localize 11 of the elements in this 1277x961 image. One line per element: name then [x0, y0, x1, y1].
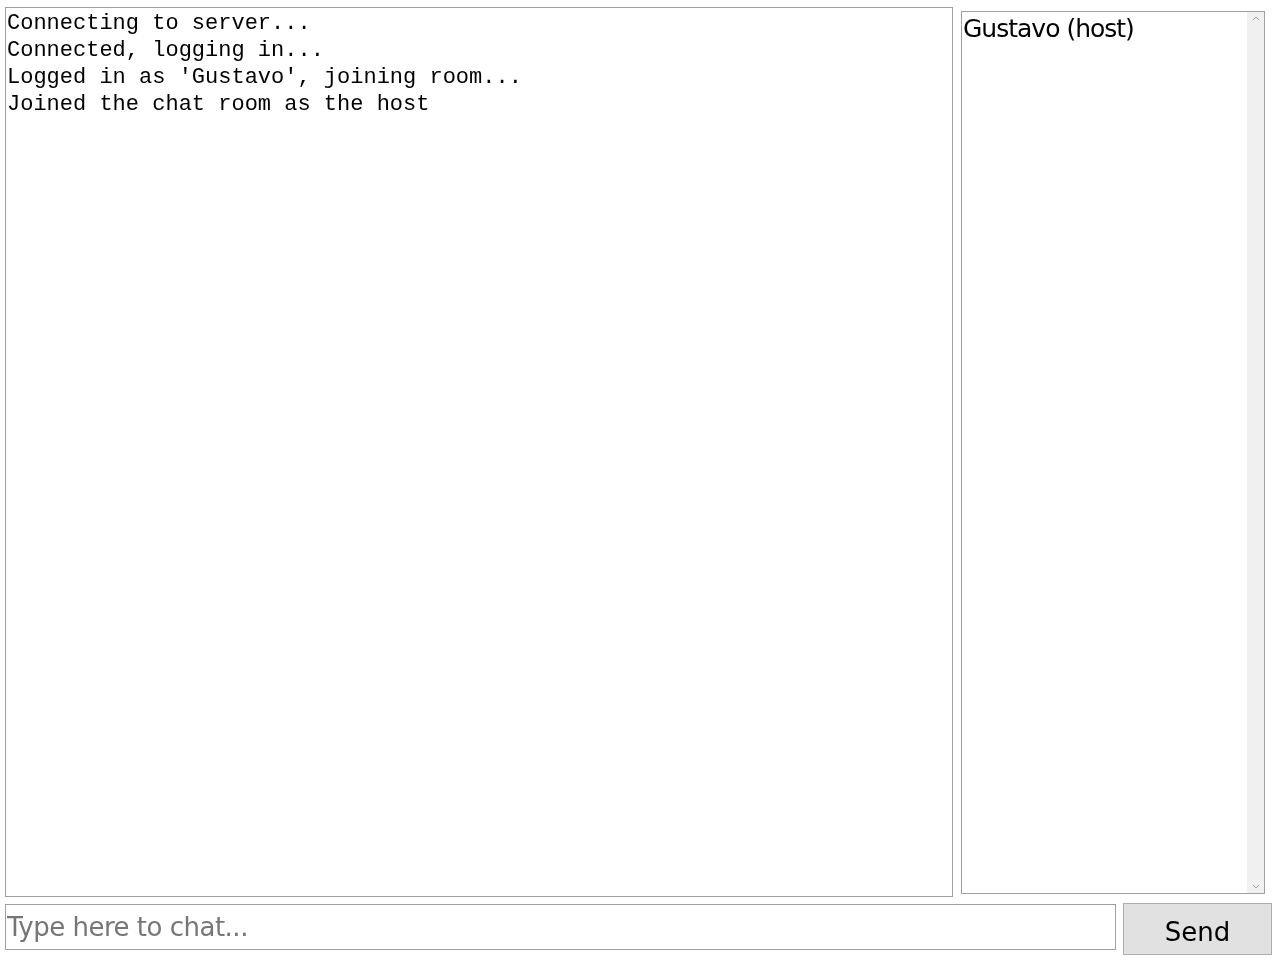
log-line: Joined the chat room as the host [7, 91, 431, 118]
scrollbar[interactable] [1247, 12, 1264, 893]
user-list[interactable]: Gustavo (host) [961, 11, 1265, 894]
user-item[interactable]: Gustavo (host) [963, 14, 1246, 43]
send-button[interactable]: Send [1123, 903, 1272, 955]
scroll-up-icon[interactable] [1251, 16, 1260, 21]
message-input[interactable]: Type here to chat... [5, 904, 1116, 950]
log-line: Connecting to server... [7, 10, 312, 37]
log-line: Connected, logging in... [7, 37, 325, 64]
log-line: Logged in as 'Gustavo', joining room... [7, 64, 523, 91]
scroll-down-icon[interactable] [1251, 884, 1260, 889]
